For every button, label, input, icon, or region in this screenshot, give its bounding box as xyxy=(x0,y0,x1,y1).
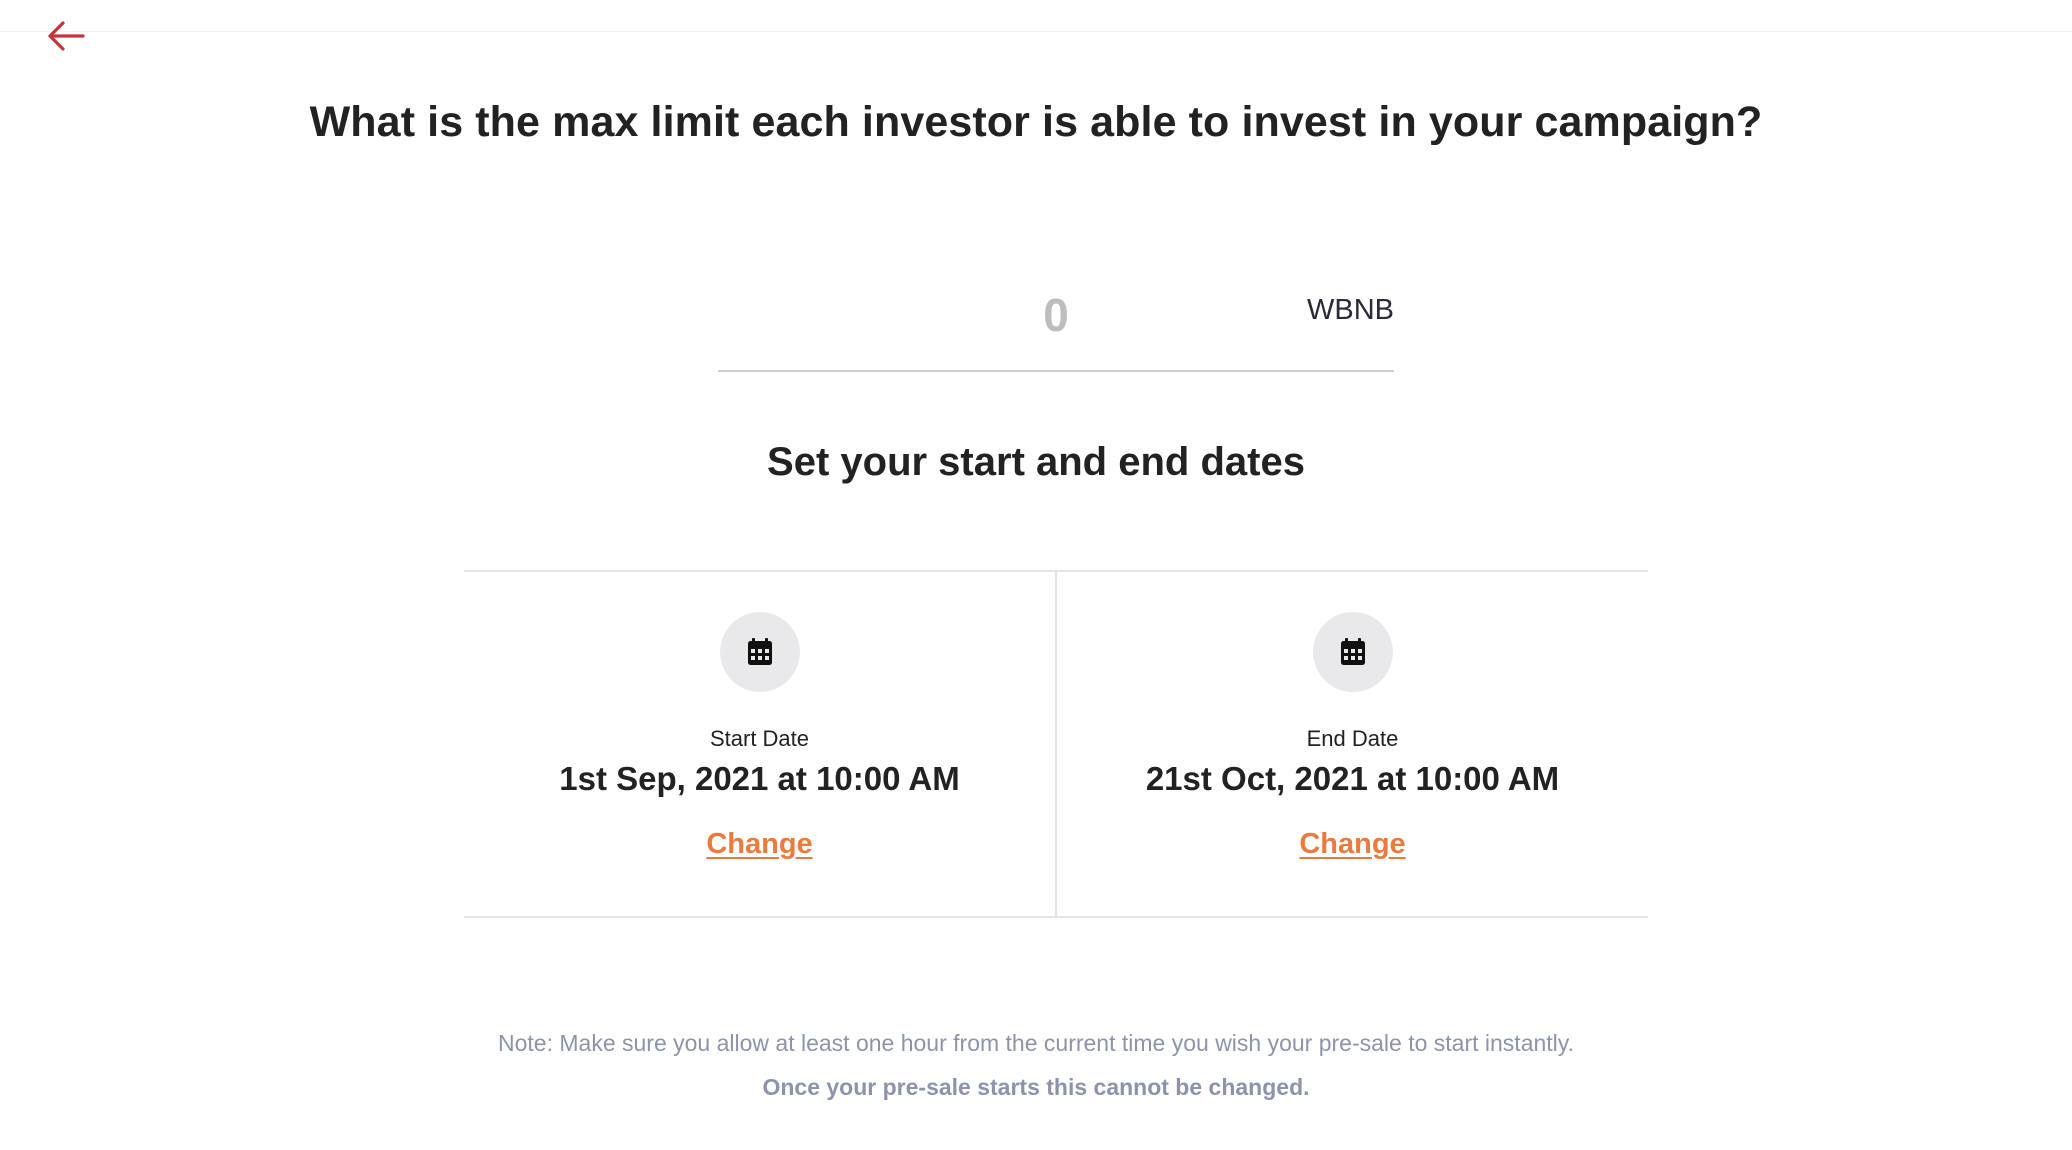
change-end-date-link[interactable]: Change xyxy=(1299,828,1405,860)
start-date-value: 1st Sep, 2021 at 10:00 AM xyxy=(559,760,960,797)
start-date-icon-badge xyxy=(719,612,800,692)
change-start-date-link[interactable]: Change xyxy=(706,828,812,860)
end-date-value: 21st Oct, 2021 at 10:00 AM xyxy=(1145,760,1560,797)
dates-heading: Set your start and end dates xyxy=(767,440,1305,484)
dates-panel: Start Date 1st Sep, 2021 at 10:00 AM Cha… xyxy=(464,570,1648,918)
presale-hint-note: Note: Make sure you allow at least one h… xyxy=(498,1030,1574,1056)
max-limit-question: What is the max limit each investor is a… xyxy=(309,98,1763,146)
start-date-section: Start Date 1st Sep, 2021 at 10:00 AM Cha… xyxy=(464,572,1055,916)
header-bar xyxy=(0,0,2072,32)
currency-label: WBNB xyxy=(1307,294,1394,326)
start-date-label: Start Date xyxy=(709,726,810,751)
start-date-change-wrapper: Change xyxy=(464,828,1055,861)
presale-warning-note: Once your pre-sale starts this cannot be… xyxy=(762,1074,1310,1100)
campaign-limits-page: What is the max limit each investor is a… xyxy=(0,0,2072,1150)
max-limit-input[interactable] xyxy=(718,280,1394,350)
arrow-left-icon xyxy=(48,21,85,51)
end-date-icon-badge xyxy=(1312,612,1393,692)
amount-field-wrapper: WBNB xyxy=(718,280,1394,372)
end-date-section: End Date 21st Oct, 2021 at 10:00 AM Chan… xyxy=(1055,572,1648,916)
end-date-change-wrapper: Change xyxy=(1057,828,1648,861)
back-button[interactable] xyxy=(44,14,88,58)
end-date-label: End Date xyxy=(1306,726,1399,751)
calendar-icon xyxy=(747,638,772,665)
calendar-icon xyxy=(1340,638,1365,665)
